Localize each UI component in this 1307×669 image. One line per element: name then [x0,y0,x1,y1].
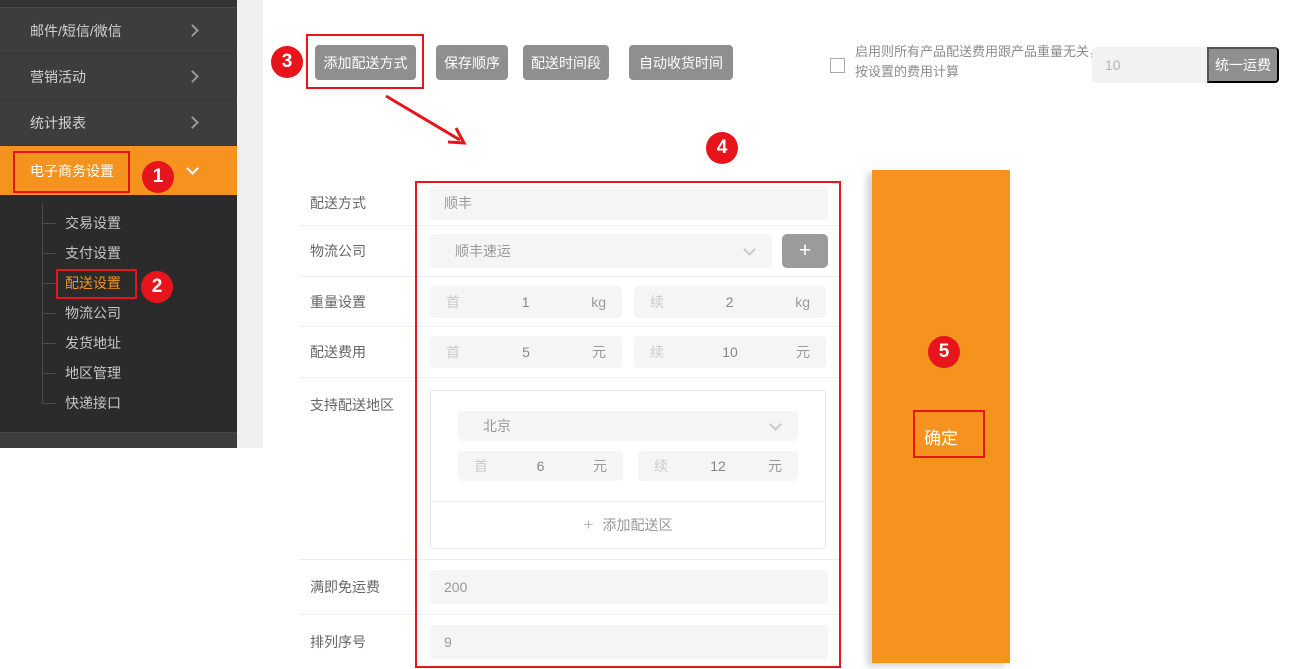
delivery-method-form: 配送方式 顺丰 物流公司 顺丰速运 + 重量设置 首 1 kg 续 2 k [300,180,841,669]
free-shipping-over-input[interactable]: 200 [430,570,828,604]
submenu-item-express-interface[interactable]: 快递接口 [0,388,237,418]
sidebar-top-strip [0,0,237,8]
sidebar-item-label: 营销活动 [30,67,86,87]
first-weight-prefix: 首 [446,292,460,312]
sidebar-item-label: 邮件/短信/微信 [30,21,122,41]
submenu-item-delivery-settings[interactable]: 配送设置 [0,268,237,298]
weight-settings-label: 重量设置 [300,292,430,312]
unified-shipping-button[interactable]: 统一运费 [1207,47,1279,83]
delivery-method-label: 配送方式 [300,193,430,213]
confirm-panel: 确定 [872,170,1010,663]
unified-shipping-fee-input[interactable]: 10 [1092,47,1207,83]
free-shipping-over-label: 满即免运费 [300,577,430,597]
chevron-down-icon [743,243,756,256]
save-order-button[interactable]: 保存顺序 [436,45,508,80]
form-row-weight-settings: 重量设置 首 1 kg 续 2 kg [300,277,841,327]
next-fee-prefix: 续 [650,342,664,362]
delivery-time-slot-button[interactable]: 配送时间段 [523,45,609,80]
submenu-item-region-management[interactable]: 地区管理 [0,358,237,388]
region-select[interactable]: 北京 [458,411,798,441]
annotation-step-1-badge: 1 [142,161,174,193]
region-first-fee-value: 6 [537,458,545,474]
first-weight-unit: kg [591,294,606,310]
annotation-arrow [378,90,482,156]
confirm-button[interactable]: 确定 [872,424,1010,449]
add-delivery-zone-button[interactable]: + 添加配送区 [431,501,825,548]
sort-order-input[interactable]: 9 [430,625,828,659]
unified-shipping-label-line2: 按设置的费用计算 [855,62,1120,82]
sidebar-bottom-strip [0,432,237,447]
next-weight-input[interactable]: 续 2 kg [634,286,826,318]
logistics-company-select[interactable]: 顺丰速运 [430,234,772,268]
sidebar-item-ecommerce-settings[interactable]: 电子商务设置 [0,146,237,195]
annotation-step-2-badge: 2 [141,271,173,303]
form-row-delivery-regions: 支持配送地区 北京 首 6 元 续 12 元 [300,378,841,560]
logistics-company-label: 物流公司 [300,241,430,261]
first-fee-value: 5 [522,344,530,360]
region-first-fee-unit: 元 [593,456,607,476]
form-row-logistics-company: 物流公司 顺丰速运 + [300,226,841,277]
sidebar-submenu: 交易设置 支付设置 配送设置 物流公司 发货地址 地区管理 快递接口 [0,195,237,432]
next-fee-value: 10 [722,344,738,360]
first-fee-input[interactable]: 首 5 元 [430,336,622,368]
annotation-step-4-badge: 4 [706,132,738,164]
first-weight-input[interactable]: 首 1 kg [430,286,622,318]
region-next-fee-input[interactable]: 续 12 元 [638,451,798,481]
chevron-right-icon [186,24,199,37]
delivery-fee-label: 配送费用 [300,342,430,362]
submenu-item-transaction-settings[interactable]: 交易设置 [0,208,237,238]
submenu-item-logistics-company[interactable]: 物流公司 [0,298,237,328]
sidebar-item-mail-sms-wechat[interactable]: 邮件/短信/微信 [0,8,237,54]
chevron-right-icon [186,116,199,129]
add-delivery-zone-label: 添加配送区 [602,515,672,535]
next-fee-input[interactable]: 续 10 元 [634,336,826,368]
sort-order-label: 排列序号 [300,632,430,652]
form-row-delivery-fee: 配送费用 首 5 元 续 10 元 [300,327,841,378]
next-fee-unit: 元 [796,342,810,362]
sidebar-item-label: 电子商务设置 [30,161,114,181]
next-weight-prefix: 续 [650,292,664,312]
chevron-down-icon [769,418,782,431]
unified-shipping-checkbox[interactable] [830,58,845,73]
add-delivery-method-button[interactable]: 添加配送方式 [315,45,416,80]
annotation-step-5-badge: 5 [928,336,960,368]
submenu-item-shipping-address[interactable]: 发货地址 [0,328,237,358]
first-fee-prefix: 首 [446,342,460,362]
first-weight-value: 1 [522,294,530,310]
chevron-down-icon [186,162,199,175]
delivery-regions-label: 支持配送地区 [300,378,430,415]
region-next-fee-prefix: 续 [654,456,668,476]
form-row-delivery-method: 配送方式 顺丰 [300,180,841,226]
chevron-right-icon [186,70,199,83]
plus-icon: + [799,239,811,263]
region-next-fee-unit: 元 [768,456,782,476]
first-fee-unit: 元 [592,342,606,362]
delivery-region-card: 北京 首 6 元 续 12 元 + [430,390,826,549]
plus-icon: + [584,515,594,535]
sidebar-item-marketing[interactable]: 营销活动 [0,54,237,100]
sidebar-gutter [237,0,263,448]
unified-shipping-label-line1: 启用则所有产品配送费用跟产品重量无关， [855,42,1120,62]
region-next-fee-value: 12 [710,458,726,474]
annotation-step-3-badge: 3 [271,46,303,78]
region-first-fee-prefix: 首 [474,456,488,476]
next-weight-unit: kg [795,294,810,310]
next-weight-value: 2 [726,294,734,310]
unified-shipping-label: 启用则所有产品配送费用跟产品重量无关， 按设置的费用计算 [855,42,1120,82]
sidebar: 邮件/短信/微信 营销活动 统计报表 电子商务设置 交易设置 支付设置 配送设置… [0,0,237,448]
form-row-free-shipping-over: 满即免运费 200 [300,560,841,615]
add-logistics-company-button[interactable]: + [782,234,828,268]
region-first-fee-input[interactable]: 首 6 元 [458,451,623,481]
sidebar-item-reports[interactable]: 统计报表 [0,100,237,146]
sidebar-item-label: 统计报表 [30,113,86,133]
region-selected-value: 北京 [483,416,511,436]
submenu-item-payment-settings[interactable]: 支付设置 [0,238,237,268]
delivery-method-input[interactable]: 顺丰 [430,186,828,220]
form-row-sort-order: 排列序号 9 [300,615,841,669]
auto-receipt-time-button[interactable]: 自动收货时间 [629,45,733,80]
logistics-company-selected-value: 顺丰速运 [455,241,511,261]
